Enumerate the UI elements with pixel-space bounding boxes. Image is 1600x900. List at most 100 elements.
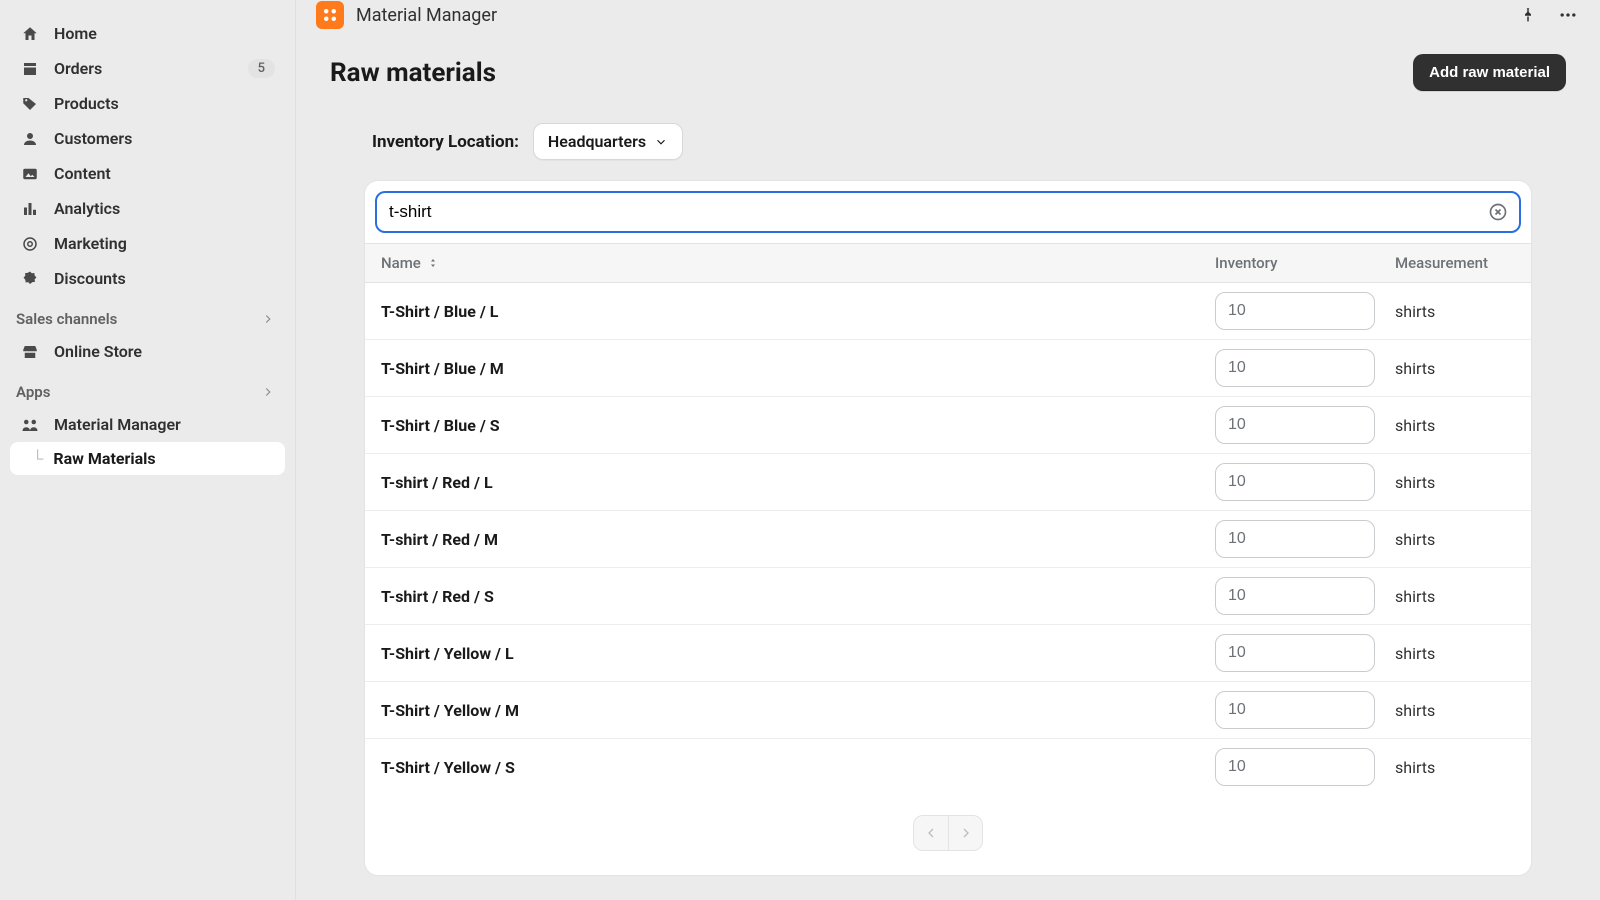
measurement-value: shirts [1395, 416, 1515, 435]
measurement-value: shirts [1395, 701, 1515, 720]
person-icon [20, 129, 40, 149]
pin-button[interactable] [1516, 3, 1540, 27]
select-value: Headquarters [548, 132, 646, 151]
table-row: T-Shirt / Blue / M shirts [365, 340, 1531, 397]
inventory-input[interactable] [1215, 691, 1375, 729]
inventory-input[interactable] [1215, 292, 1375, 330]
page-title: Raw materials [330, 58, 496, 88]
sidebar-item-label: Orders [54, 59, 102, 78]
app-title: Material Manager [356, 5, 497, 26]
app-logo-icon [316, 1, 344, 29]
inventory-location-label: Inventory Location: [372, 132, 519, 152]
material-name[interactable]: T-Shirt / Yellow / M [381, 701, 1215, 720]
column-header-inventory: Inventory [1215, 254, 1395, 272]
pagination-next-button[interactable] [948, 816, 982, 850]
inventory-input[interactable] [1215, 406, 1375, 444]
sidebar-section-sales-channels[interactable]: Sales channels [10, 296, 285, 334]
chevron-right-icon [261, 312, 275, 326]
chevron-right-icon [261, 385, 275, 399]
sidebar-item-customers[interactable]: Customers [10, 121, 285, 156]
inventory-input[interactable] [1215, 463, 1375, 501]
sidebar-item-products[interactable]: Products [10, 86, 285, 121]
measurement-value: shirts [1395, 473, 1515, 492]
inventory-input[interactable] [1215, 577, 1375, 615]
topbar: Material Manager [296, 0, 1600, 30]
discount-icon [20, 269, 40, 289]
material-name[interactable]: T-Shirt / Yellow / L [381, 644, 1215, 663]
image-icon [20, 164, 40, 184]
table-row: T-Shirt / Blue / S shirts [365, 397, 1531, 454]
table-row: T-shirt / Red / L shirts [365, 454, 1531, 511]
table-row: T-Shirt / Yellow / L shirts [365, 625, 1531, 682]
column-header-name[interactable]: Name [381, 254, 1215, 272]
sidebar-subitem-raw-materials[interactable]: └ Raw Materials [10, 442, 285, 475]
filter-row: Inventory Location: Headquarters [330, 115, 1566, 180]
search-box [375, 191, 1521, 233]
orders-icon [20, 59, 40, 79]
material-name[interactable]: T-Shirt / Blue / S [381, 416, 1215, 435]
pagination-prev-button[interactable] [914, 816, 948, 850]
sidebar-item-online-store[interactable]: Online Store [10, 334, 285, 369]
column-label: Name [381, 254, 421, 272]
more-horizontal-icon [1558, 5, 1578, 25]
table-row: T-shirt / Red / M shirts [365, 511, 1531, 568]
sidebar-item-orders[interactable]: Orders 5 [10, 51, 285, 86]
inventory-input[interactable] [1215, 349, 1375, 387]
sidebar-item-marketing[interactable]: Marketing [10, 226, 285, 261]
sidebar-item-content[interactable]: Content [10, 156, 285, 191]
table-row: T-Shirt / Yellow / M shirts [365, 682, 1531, 739]
sidebar-item-material-manager[interactable]: Material Manager [10, 407, 285, 442]
sidebar-item-label: Discounts [54, 269, 126, 288]
measurement-value: shirts [1395, 530, 1515, 549]
sort-icon [427, 257, 439, 269]
section-label: Sales channels [16, 310, 117, 328]
material-name[interactable]: T-shirt / Red / L [381, 473, 1215, 492]
material-name[interactable]: T-shirt / Red / M [381, 530, 1215, 549]
pin-icon [1519, 6, 1537, 24]
material-name[interactable]: T-shirt / Red / S [381, 587, 1215, 606]
tree-indicator-icon: └ [32, 449, 43, 469]
sidebar-item-analytics[interactable]: Analytics [10, 191, 285, 226]
clear-search-button[interactable] [1487, 201, 1509, 223]
page-header: Raw materials Add raw material [296, 30, 1600, 115]
tag-icon [20, 94, 40, 114]
inventory-input[interactable] [1215, 634, 1375, 672]
home-icon [20, 24, 40, 44]
sidebar-item-home[interactable]: Home [10, 16, 285, 51]
chevron-right-icon [958, 825, 974, 841]
pagination [365, 795, 1531, 875]
measurement-value: shirts [1395, 302, 1515, 321]
main-content: Material Manager Raw materials Add raw m… [296, 0, 1600, 900]
material-manager-icon [20, 415, 40, 435]
sidebar-item-label: Online Store [54, 342, 142, 361]
sidebar-section-apps[interactable]: Apps [10, 369, 285, 407]
sidebar: Home Orders 5 Products Customers Conte [0, 0, 296, 900]
measurement-value: shirts [1395, 644, 1515, 663]
table-row: T-Shirt / Blue / L shirts [365, 283, 1531, 340]
column-header-measurement: Measurement [1395, 254, 1515, 272]
measurement-value: shirts [1395, 359, 1515, 378]
sidebar-item-label: Analytics [54, 199, 120, 218]
material-name[interactable]: T-Shirt / Yellow / S [381, 758, 1215, 777]
add-raw-material-button[interactable]: Add raw material [1413, 54, 1566, 91]
chevron-left-icon [923, 825, 939, 841]
bar-chart-icon [20, 199, 40, 219]
table-row: T-Shirt / Yellow / S shirts [365, 739, 1531, 795]
sidebar-subitem-label: Raw Materials [53, 449, 155, 468]
sidebar-item-label: Content [54, 164, 111, 183]
materials-table: Name Inventory Measurement T-Shirt / Blu… [364, 180, 1532, 876]
material-name[interactable]: T-Shirt / Blue / M [381, 359, 1215, 378]
sidebar-item-discounts[interactable]: Discounts [10, 261, 285, 296]
sidebar-item-label: Material Manager [54, 415, 181, 434]
section-label: Apps [16, 383, 50, 401]
measurement-value: shirts [1395, 758, 1515, 777]
sidebar-item-label: Customers [54, 129, 132, 148]
inventory-location-select[interactable]: Headquarters [533, 123, 683, 160]
inventory-input[interactable] [1215, 748, 1375, 786]
table-row: T-shirt / Red / S shirts [365, 568, 1531, 625]
more-button[interactable] [1556, 3, 1580, 27]
search-input[interactable] [389, 202, 1479, 222]
clear-icon [1488, 202, 1508, 222]
inventory-input[interactable] [1215, 520, 1375, 558]
material-name[interactable]: T-Shirt / Blue / L [381, 302, 1215, 321]
